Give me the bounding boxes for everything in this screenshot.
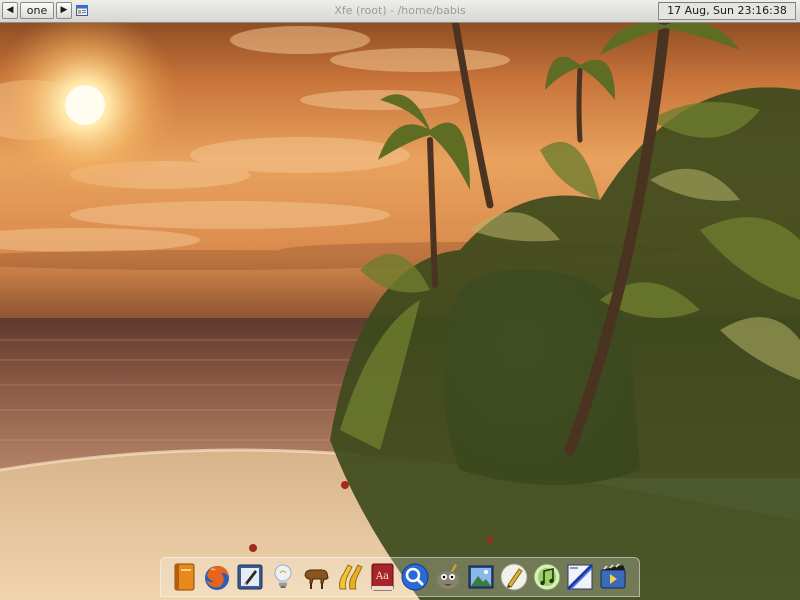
- dock: Aa: [160, 557, 640, 597]
- next-desktop-button[interactable]: ▶: [56, 2, 72, 19]
- desktop[interactable]: ◀ one ▶ Xfe (root) - /home/babis 17 Aug,…: [0, 0, 800, 600]
- desktop-name-label: one: [26, 4, 48, 17]
- desktop-name-button[interactable]: one: [20, 2, 54, 19]
- right-arrow-icon: ▶: [60, 5, 68, 15]
- gnu-icon[interactable]: [301, 561, 331, 593]
- desktop-wallpaper: [0, 0, 800, 600]
- image-viewer-icon[interactable]: [466, 561, 496, 593]
- media-player-icon[interactable]: [598, 561, 628, 593]
- xfe-window-icon[interactable]: [76, 5, 88, 16]
- search-icon[interactable]: [400, 561, 430, 593]
- drawing-icon[interactable]: [565, 561, 595, 593]
- previous-desktop-button[interactable]: ◀: [2, 2, 18, 19]
- window-title[interactable]: Xfe (root) - /home/babis: [200, 4, 600, 17]
- firefox-icon[interactable]: [202, 561, 232, 593]
- top-panel: ◀ one ▶ Xfe (root) - /home/babis 17 Aug,…: [0, 0, 800, 23]
- pen-icon[interactable]: [499, 561, 529, 593]
- clock[interactable]: 17 Aug, Sun 23:16:38: [658, 2, 796, 20]
- dictionary-label: Aa: [375, 571, 389, 582]
- tool-icon[interactable]: [334, 561, 364, 593]
- text-editor-icon[interactable]: [235, 561, 265, 593]
- notebook-icon[interactable]: [169, 561, 199, 593]
- lightbulb-icon[interactable]: [268, 561, 298, 593]
- dictionary-icon[interactable]: Aa: [367, 561, 397, 593]
- gimp-icon[interactable]: [433, 561, 463, 593]
- music-player-icon[interactable]: [532, 561, 562, 593]
- left-arrow-icon: ◀: [6, 5, 14, 15]
